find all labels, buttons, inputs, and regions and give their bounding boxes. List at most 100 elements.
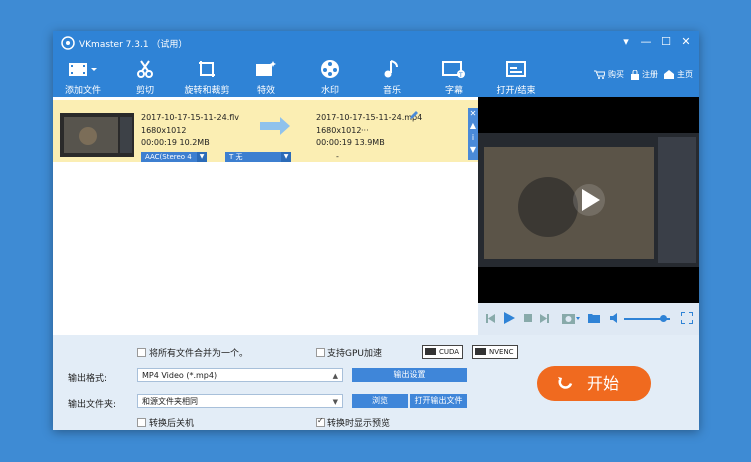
folder-label: 输出文件夹: xyxy=(68,400,117,410)
start-button[interactable]: 开始 xyxy=(537,366,651,401)
play-icon[interactable] xyxy=(504,312,515,324)
app-logo-icon xyxy=(61,36,75,50)
effects-button[interactable]: 特效 xyxy=(236,57,296,96)
home-icon xyxy=(664,70,674,79)
scissors-icon xyxy=(137,60,153,78)
maximize-button[interactable]: ☐ xyxy=(659,35,673,48)
folder-icon[interactable] xyxy=(588,313,600,323)
info-icon[interactable]: i xyxy=(468,132,478,144)
format-label: 输出格式: xyxy=(68,374,108,384)
nvenc-badge[interactable]: NVENC xyxy=(472,345,518,359)
gpu-checkbox[interactable] xyxy=(316,348,325,357)
output-settings-button[interactable]: 输出设置 xyxy=(352,368,467,382)
player-controls xyxy=(478,303,699,335)
audio-track-select[interactable]: AAC(Stereo 4 ▼ xyxy=(141,152,207,162)
skip-back-icon[interactable] xyxy=(486,314,495,323)
crop-icon xyxy=(199,61,215,77)
open-close-button[interactable]: 打开/结束 xyxy=(486,57,546,96)
folder-select[interactable]: 和源文件夹相同 ▼ xyxy=(137,394,343,408)
svg-text:T: T xyxy=(458,72,463,79)
skip-forward-icon[interactable] xyxy=(540,314,549,323)
start-label: 开始 xyxy=(587,374,620,393)
output-filename: 2017-10-17-15-11-24.mp4 xyxy=(316,113,423,122)
add-file-button[interactable]: 添加文件 xyxy=(53,57,113,96)
shutdown-label: 转换后关机 xyxy=(149,419,195,429)
convert-arrow-icon xyxy=(260,117,290,135)
subtitle-select[interactable]: T 无 ▼ xyxy=(225,152,291,162)
app-window: VKmaster 7.3.1 （试用） ▾ — ☐ ✕ 添加文件 剪切 旋转和裁… xyxy=(53,31,699,430)
watermark-button[interactable]: 水印 xyxy=(300,57,360,96)
add-file-label: 添加文件 xyxy=(64,86,101,96)
cart-icon xyxy=(594,70,605,79)
film-effect-icon xyxy=(256,61,276,76)
subtitle-button[interactable]: T 字幕 xyxy=(424,57,484,96)
gpu-label: 支持GPU加速 xyxy=(327,349,382,359)
title-bar: VKmaster 7.3.1 （试用） ▾ — ☐ ✕ xyxy=(53,31,699,55)
chevron-down-icon: ▼ xyxy=(197,152,207,162)
trim-icon xyxy=(506,61,526,77)
stop-icon[interactable] xyxy=(524,314,532,322)
window-title: VKmaster 7.3.1 （试用） xyxy=(79,40,188,50)
refresh-icon xyxy=(558,377,573,389)
nvidia-icon xyxy=(475,348,486,355)
menu-dropdown-icon[interactable]: ▾ xyxy=(619,35,633,48)
file-list: 2017-10-17-15-11-24.flv 1680x1012 00:00:… xyxy=(53,97,478,335)
subtitle-value: T 无 xyxy=(229,153,243,161)
preview-frame xyxy=(478,133,699,267)
format-select[interactable]: MP4 Video (*.mp4) ▲ xyxy=(137,368,343,382)
video-thumbnail xyxy=(60,113,134,157)
cut-button[interactable]: 剪切 xyxy=(115,57,175,96)
minimize-button[interactable]: — xyxy=(639,35,653,48)
nvenc-label: NVENC xyxy=(489,348,514,356)
watermark-label: 水印 xyxy=(320,86,339,96)
source-meta: 00:00:19 10.2MB xyxy=(141,138,210,147)
reel-icon xyxy=(321,60,339,78)
shutdown-checkbox[interactable] xyxy=(137,418,146,427)
cuda-badge[interactable]: CUDA xyxy=(422,345,464,359)
rotate-crop-button[interactable]: 旋转和裁剪 xyxy=(177,57,237,96)
subtitle-label: 字幕 xyxy=(444,86,463,96)
buy-link[interactable]: 购买 xyxy=(594,69,624,80)
checkmark-icon: ✓ xyxy=(317,416,324,425)
music-button[interactable]: 音乐 xyxy=(362,57,422,96)
merge-checkbox[interactable] xyxy=(137,348,146,357)
chevron-up-icon: ▲ xyxy=(332,372,338,380)
music-note-icon xyxy=(384,60,398,78)
output-meta: 00:00:19 13.9MB xyxy=(316,138,385,147)
open-close-label: 打开/结束 xyxy=(496,86,536,96)
subtitle-icon: T xyxy=(442,61,465,79)
preview-label: 转换时显示预览 xyxy=(327,419,391,429)
bottom-panel: 将所有文件合并为一个。 支持GPU加速 CUDA NVENC 输出格式: MP4… xyxy=(53,335,699,430)
placeholder-dash: - xyxy=(336,152,339,161)
close-button[interactable]: ✕ xyxy=(679,35,693,48)
volume-icon[interactable] xyxy=(610,313,621,323)
rotate-crop-label: 旋转和裁剪 xyxy=(184,86,230,96)
down-icon[interactable]: ▼ xyxy=(468,144,478,156)
format-value: MP4 Video (*.mp4) xyxy=(142,371,218,380)
music-label: 音乐 xyxy=(382,86,401,96)
buy-label: 购买 xyxy=(608,70,624,79)
register-link[interactable]: 注册 xyxy=(631,69,658,80)
item-side-actions: ✕ ▲ i ▼ xyxy=(468,108,478,160)
effects-label: 特效 xyxy=(256,86,275,96)
edit-pencil-icon[interactable] xyxy=(409,111,418,120)
camera-icon[interactable] xyxy=(562,312,580,324)
cut-label: 剪切 xyxy=(135,86,154,96)
list-item[interactable]: 2017-10-17-15-11-24.flv 1680x1012 00:00:… xyxy=(53,100,478,162)
film-add-icon xyxy=(69,63,97,76)
volume-slider-handle[interactable] xyxy=(660,315,667,322)
fullscreen-icon[interactable] xyxy=(681,312,693,324)
video-preview[interactable] xyxy=(478,97,699,303)
home-link[interactable]: 主页 xyxy=(664,69,693,80)
merge-label: 将所有文件合并为一个。 xyxy=(149,349,249,359)
preview-checkbox[interactable]: ✓ xyxy=(316,416,325,427)
up-icon[interactable]: ▲ xyxy=(468,120,478,132)
cuda-label: CUDA xyxy=(439,348,460,356)
chevron-down-icon: ▼ xyxy=(281,152,291,162)
output-resolution-more[interactable]: ··· xyxy=(361,126,369,135)
home-label: 主页 xyxy=(677,70,693,79)
remove-icon[interactable]: ✕ xyxy=(468,108,478,120)
source-filename: 2017-10-17-15-11-24.flv xyxy=(141,113,240,122)
open-output-folder-button[interactable]: 打开输出文件 xyxy=(410,394,467,408)
browse-button[interactable]: 浏览 xyxy=(352,394,408,408)
